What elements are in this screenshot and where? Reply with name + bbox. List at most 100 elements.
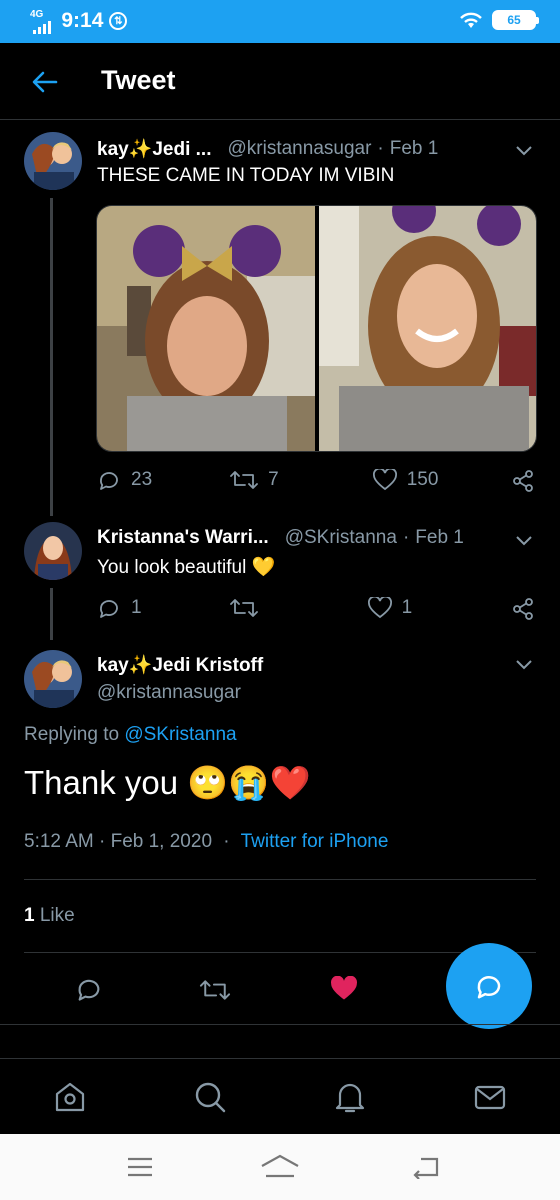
display-name[interactable]: kay✨Jedi ...	[97, 137, 212, 161]
compose-reply-icon	[477, 976, 501, 999]
menu-icon	[128, 1157, 152, 1177]
wifi-icon	[460, 12, 482, 28]
chevron-down-icon[interactable]	[514, 530, 534, 550]
tab-messages[interactable]	[470, 1077, 510, 1117]
replying-to: Replying to @SKristanna	[24, 724, 237, 746]
likes-summary[interactable]: 1 Like	[24, 905, 75, 927]
status-bar: 4G 9:14 ⇅ 65	[0, 0, 560, 43]
reply-button[interactable]: 23	[97, 468, 152, 492]
compose-reply-button[interactable]	[446, 943, 532, 1029]
search-icon	[195, 1082, 226, 1113]
share-icon[interactable]	[511, 597, 535, 621]
tweet-actions: 23 7 150	[97, 468, 438, 492]
retweet-icon	[229, 599, 258, 617]
heart-icon	[372, 469, 397, 491]
source-link[interactable]: Twitter for iPhone	[241, 831, 389, 852]
divider	[0, 1024, 560, 1025]
home-icon	[55, 1082, 85, 1112]
like-total: 1	[24, 905, 35, 926]
messages-icon	[474, 1085, 506, 1110]
main-retweet-button[interactable]	[199, 977, 231, 1008]
network-type: 4G	[30, 9, 44, 20]
replying-to-link[interactable]: @SKristanna	[124, 724, 236, 745]
battery-icon: 65	[492, 10, 539, 30]
tab-home[interactable]	[50, 1077, 90, 1117]
reply-icon	[100, 472, 118, 490]
main-like-button[interactable]	[330, 975, 358, 1007]
tweet-header[interactable]: kay✨Jedi ... @kristannasugar · Feb 1	[97, 137, 438, 161]
like-count: 1	[401, 597, 413, 618]
reply-count: 1	[131, 597, 142, 618]
retweet-count: 7	[268, 469, 279, 490]
heart-filled-icon	[331, 975, 357, 1000]
handle[interactable]: @SKristanna	[285, 527, 397, 549]
separator-dot: ·	[402, 527, 410, 548]
avatar-image	[24, 650, 82, 708]
reply-icon	[100, 600, 118, 618]
home-nav-icon	[261, 1154, 299, 1178]
avatar[interactable]	[24, 650, 82, 708]
reply-button[interactable]: 1	[97, 596, 142, 620]
back-button[interactable]	[28, 65, 62, 99]
clock: 9:14	[61, 9, 104, 32]
reply-icon	[78, 979, 100, 1001]
home-nav-button[interactable]	[260, 1152, 300, 1182]
photo-2[interactable]	[318, 206, 536, 451]
avatar[interactable]	[24, 522, 82, 580]
retweet-icon	[230, 471, 259, 489]
data-saver-icon: ⇅	[109, 12, 128, 30]
share-icon[interactable]	[511, 469, 535, 493]
tweet-date: Feb 1	[415, 527, 464, 548]
display-name[interactable]: Kristanna's Warri...	[97, 527, 269, 549]
tab-notifications[interactable]	[330, 1077, 370, 1117]
thread-line	[50, 588, 53, 640]
handle[interactable]: @kristannasugar	[97, 682, 241, 704]
avatar-image	[24, 132, 82, 190]
back-nav-icon	[413, 1157, 439, 1179]
tweet-actions: 1 1	[97, 596, 412, 620]
heart-icon	[367, 597, 392, 619]
handle[interactable]: @kristannasugar	[228, 138, 372, 160]
status-left: 4G 9:14 ⇅	[30, 8, 128, 34]
chevron-down-icon[interactable]	[514, 140, 534, 160]
like-label: Like	[39, 905, 75, 926]
tweet-header[interactable]: Kristanna's Warri... @SKristanna · Feb 1	[97, 527, 464, 549]
retweet-button[interactable]	[229, 596, 258, 620]
photo-1[interactable]	[97, 206, 315, 451]
notifications-icon	[335, 1083, 365, 1113]
avatar-image	[24, 522, 82, 580]
separator-dot: ·	[377, 138, 384, 159]
signal-icon	[33, 20, 52, 34]
tweet-text: You look beautiful 💛	[97, 557, 276, 578]
main-tweet-text: Thank you 🙄😭❤️	[24, 764, 311, 801]
tweet-meta: 5:12 AM · Feb 1, 2020 · Twitter for iPho…	[24, 831, 388, 853]
main-reply-button[interactable]	[75, 975, 103, 1008]
replying-prefix: Replying to	[24, 724, 120, 745]
page-title: Tweet	[101, 65, 176, 95]
tweet-date: Feb 1	[389, 138, 439, 159]
divider	[24, 952, 536, 953]
back-nav-button[interactable]	[406, 1152, 446, 1182]
like-button[interactable]: 150	[372, 469, 439, 491]
tweet-media[interactable]	[96, 205, 537, 452]
retweet-icon	[199, 980, 231, 1000]
timestamp: 5:12 AM · Feb 1, 2020	[24, 831, 213, 852]
reply-count: 23	[131, 469, 153, 490]
like-count: 150	[406, 469, 439, 490]
chevron-down-icon[interactable]	[514, 654, 534, 674]
top-app-bar: Tweet	[0, 43, 560, 120]
tab-search[interactable]	[190, 1077, 230, 1117]
tweet-text: THESE CAME IN TODAY IM VIBIN	[97, 165, 395, 186]
separator-dot: ·	[223, 831, 230, 852]
menu-button[interactable]	[120, 1152, 160, 1182]
like-button[interactable]: 1	[367, 597, 413, 619]
system-nav-bar	[0, 1134, 560, 1200]
thread-line	[50, 198, 53, 516]
bottom-tab-bar	[0, 1058, 560, 1134]
retweet-button[interactable]: 7	[230, 468, 279, 492]
status-right: 65	[458, 10, 539, 30]
display-name[interactable]: kay✨Jedi Kristoff	[97, 653, 263, 677]
divider	[24, 879, 536, 880]
avatar[interactable]	[24, 132, 82, 190]
arrow-left-icon	[32, 71, 58, 93]
